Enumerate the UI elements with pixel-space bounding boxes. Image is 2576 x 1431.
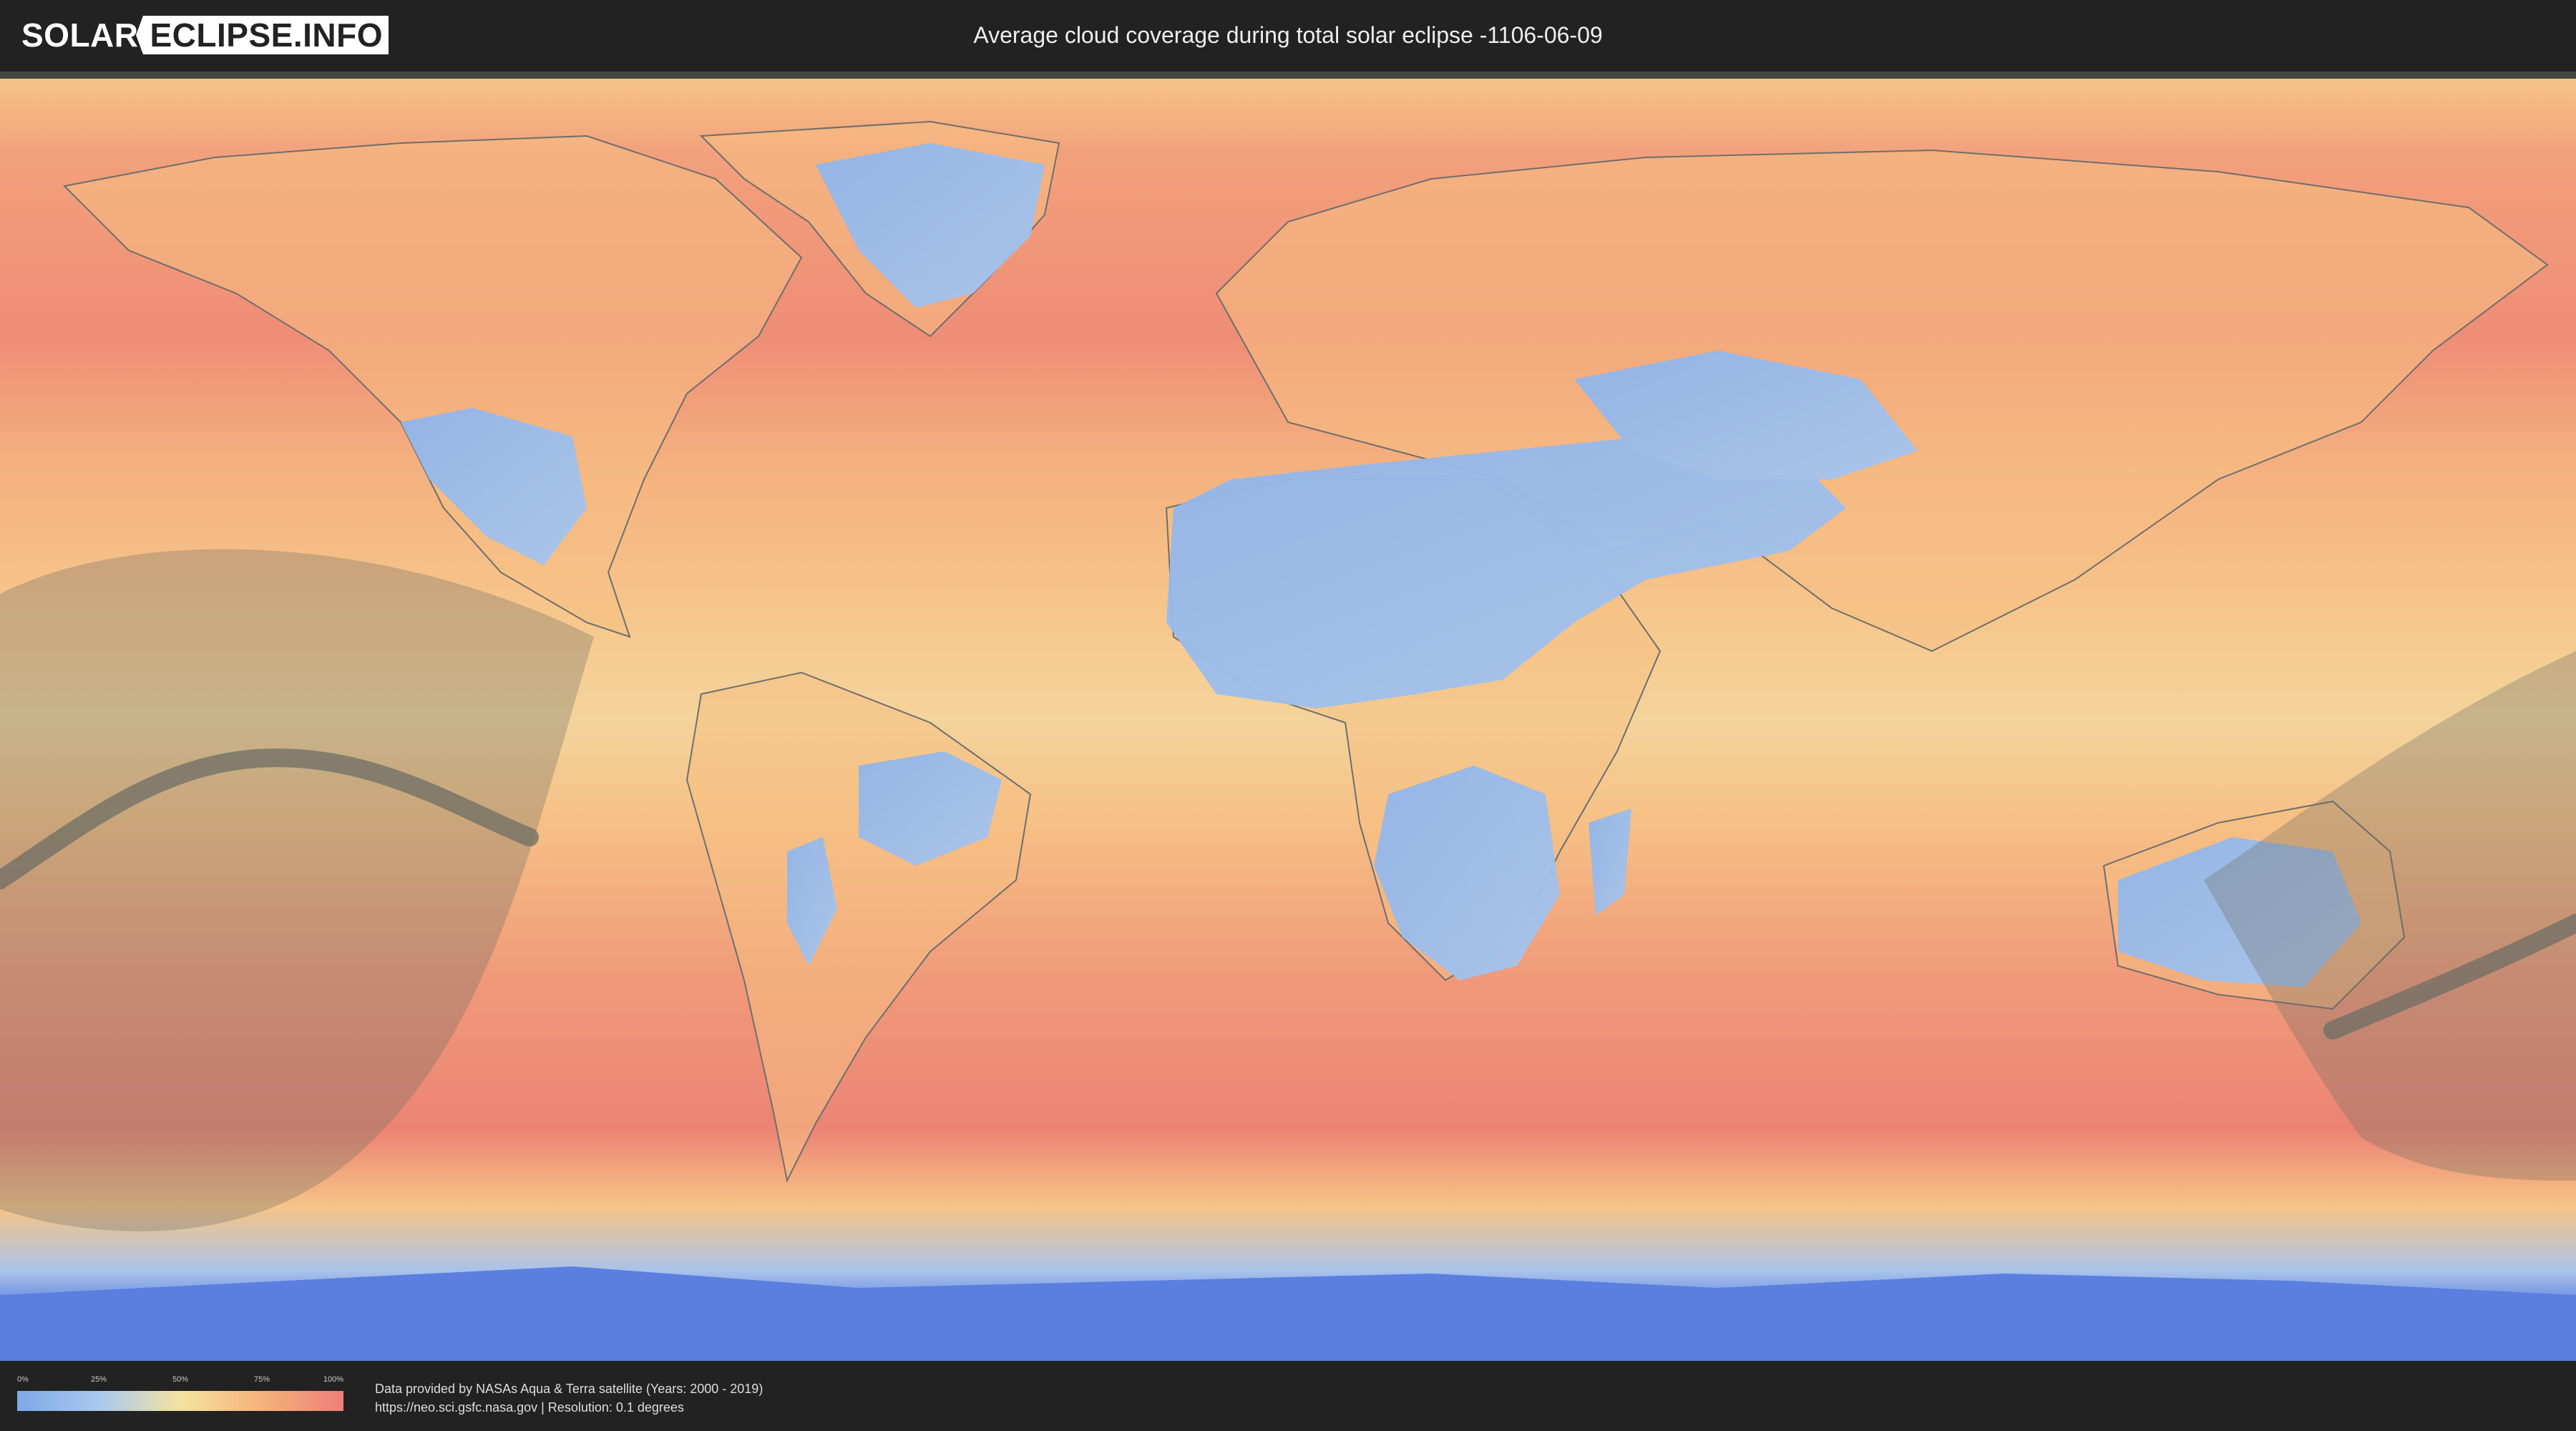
legend-tick-0: 0%	[17, 1375, 29, 1384]
legend-tick-75: 75%	[253, 1375, 270, 1384]
legend-color-bar	[17, 1391, 343, 1411]
cloud-coverage-legend: 0% 25% 50% 75% 100%	[17, 1375, 343, 1418]
credit-line-source: Data provided by NASAs Aqua & Terra sate…	[375, 1382, 763, 1396]
data-credit: Data provided by NASAs Aqua & Terra sate…	[375, 1379, 763, 1417]
page-title: Average cloud coverage during total sola…	[973, 22, 1603, 48]
footer: 0% 25% 50% 75% 100% Data provided by NAS…	[0, 1361, 2576, 1431]
legend-tick-50: 50%	[172, 1375, 189, 1384]
legend-tick-25: 25%	[90, 1375, 107, 1384]
antarctica	[0, 1266, 2576, 1361]
credit-line-url[interactable]: https://neo.sci.gsfc.nasa.gov | Resoluti…	[375, 1398, 763, 1417]
header: SOLAR ECLIPSE.INFO Average cloud coverag…	[0, 0, 2576, 72]
cloud-coverage-map[interactable]	[0, 79, 2576, 1361]
legend-tick-100: 100%	[323, 1375, 343, 1384]
